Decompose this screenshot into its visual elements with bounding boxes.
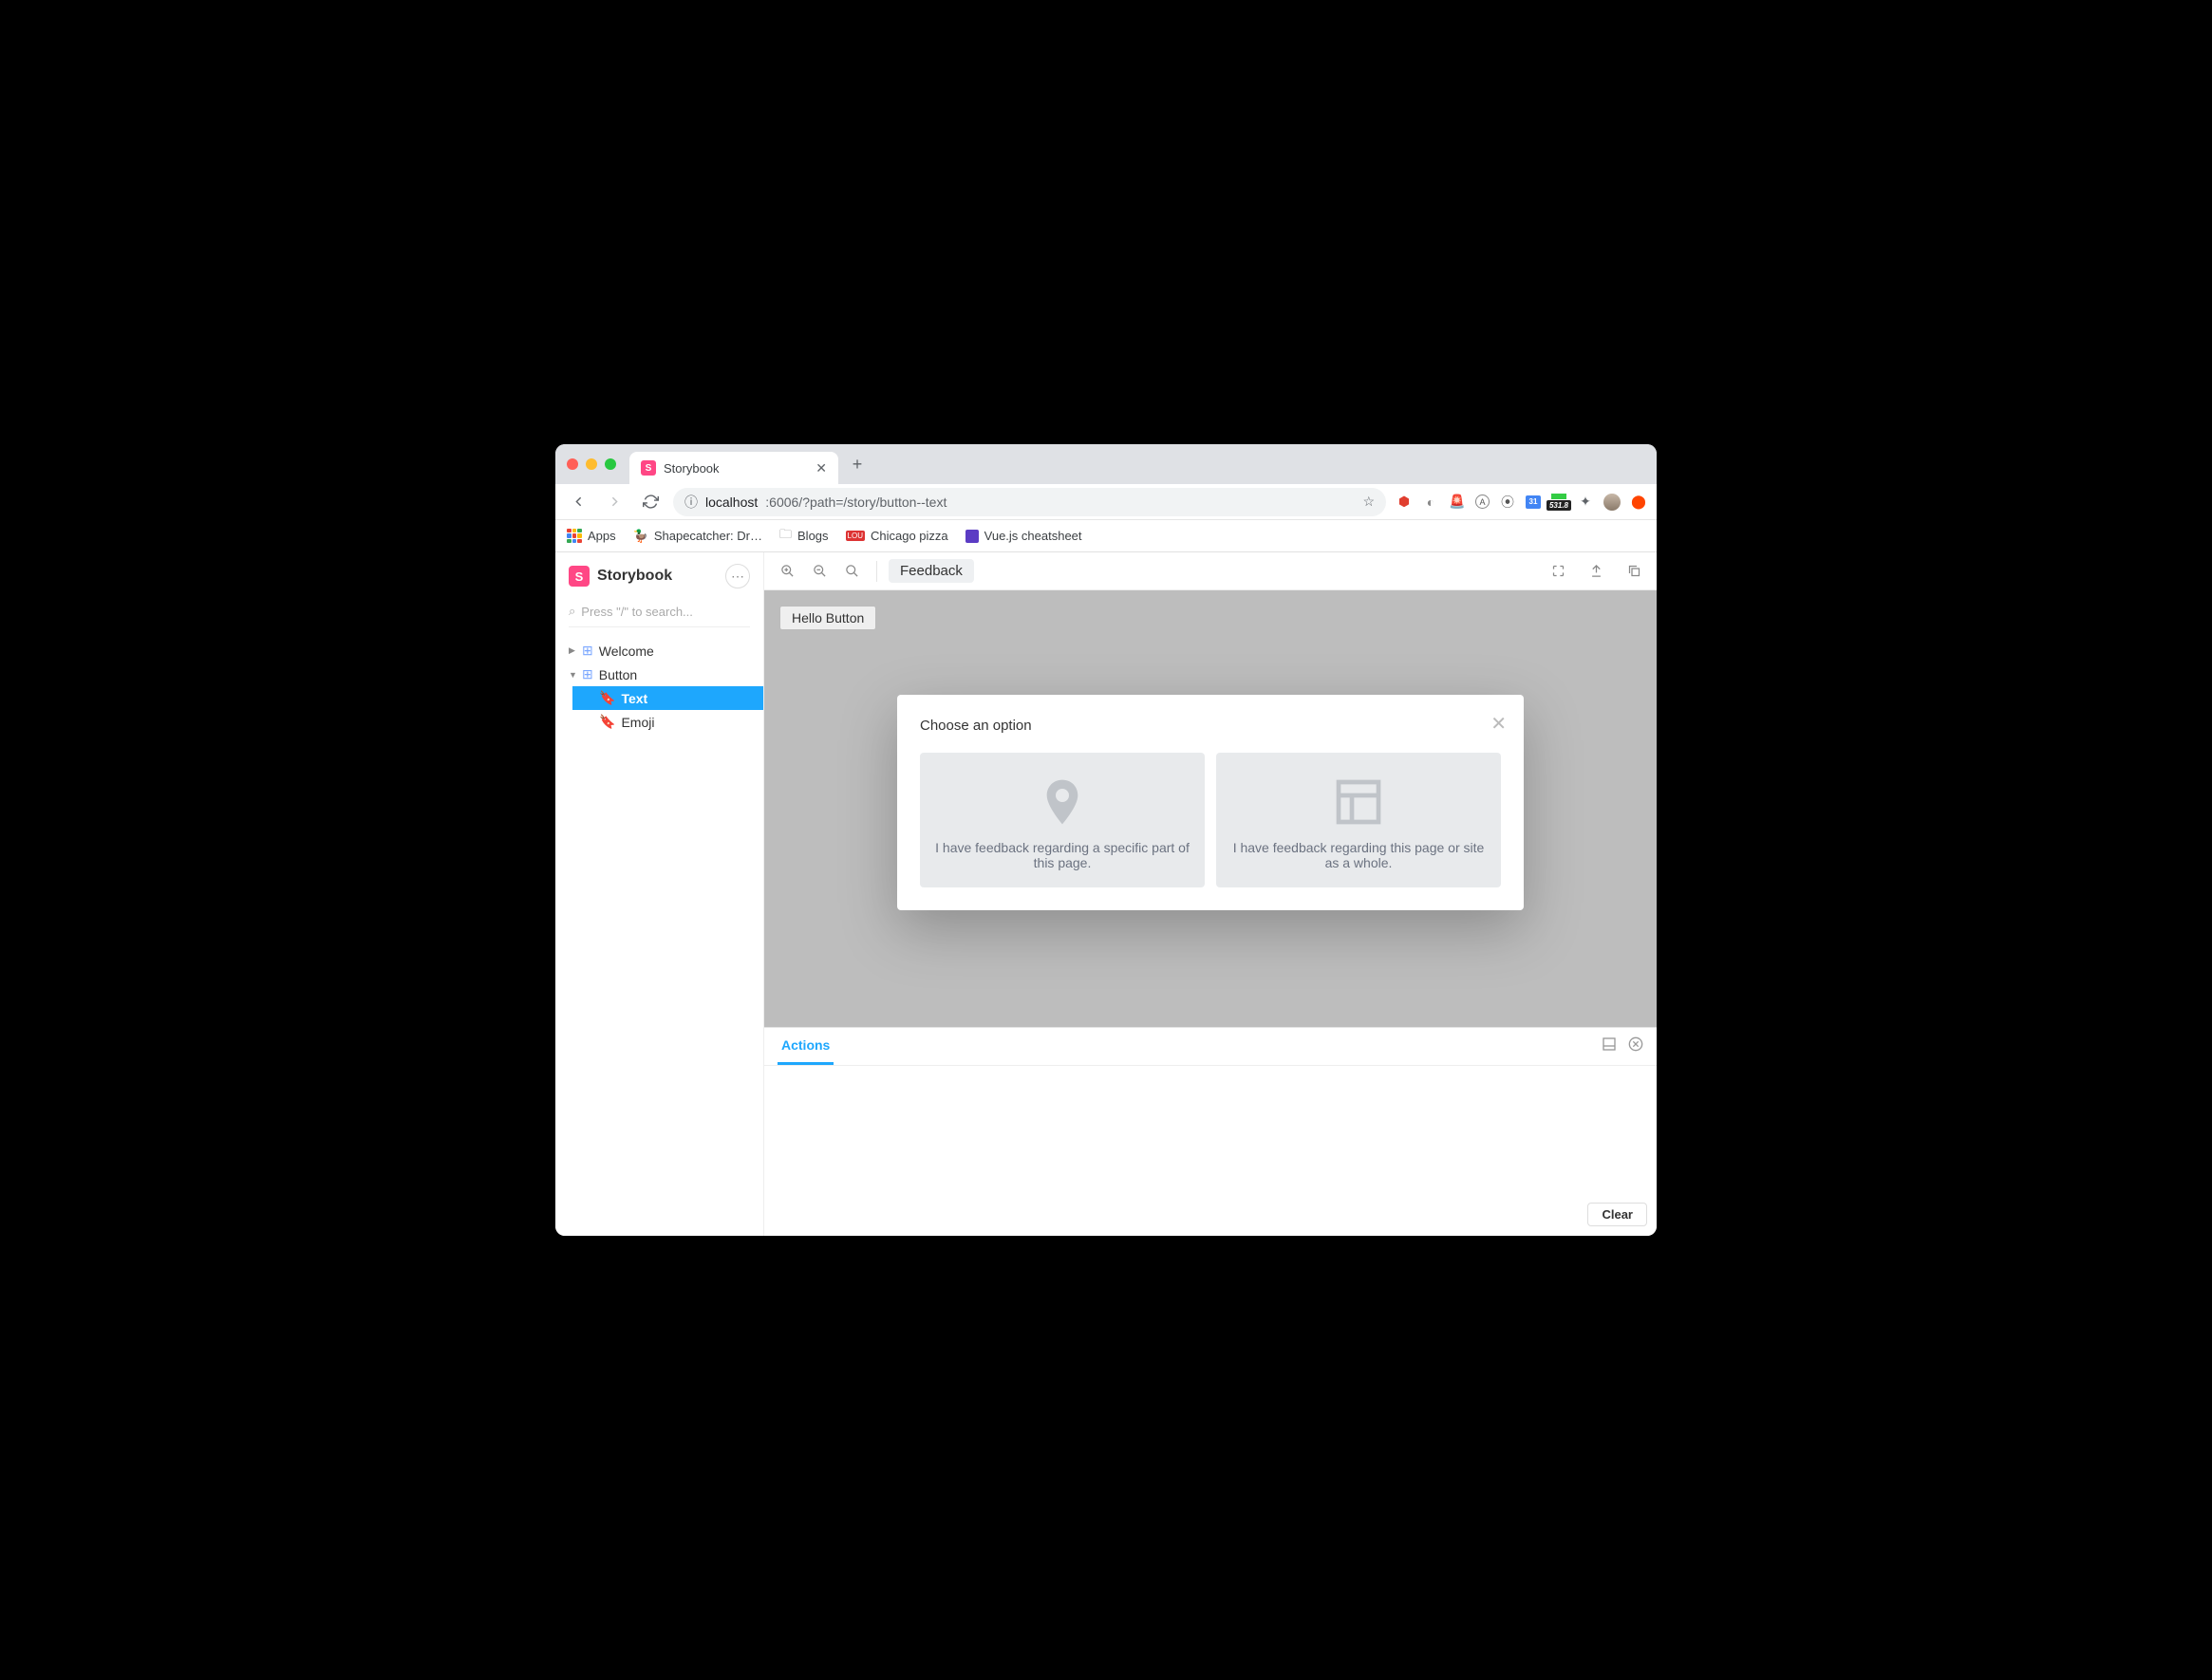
search-input[interactable]: ⌕ Press "/" to search...	[569, 604, 750, 627]
bookmarks-bar: Apps 🦆 Shapecatcher: Dr… 🗀 Blogs LOU Chicag…	[555, 520, 1657, 552]
copy-link-button[interactable]	[1621, 558, 1647, 585]
open-new-tab-button[interactable]	[1583, 558, 1609, 585]
layout-icon	[1328, 775, 1389, 829]
forward-button[interactable]	[601, 489, 628, 515]
tab-close-icon[interactable]: ✕	[815, 460, 827, 476]
ext-icon-7[interactable]: 531.8	[1550, 494, 1567, 511]
bookmark-label: Chicago pizza	[871, 529, 948, 543]
feedback-option-specific[interactable]: I have feedback regarding a specific par…	[920, 753, 1205, 887]
apps-grid-icon	[567, 529, 582, 544]
close-icon[interactable]: ✕	[1490, 712, 1507, 736]
browser-tab[interactable]: S Storybook ✕	[629, 452, 838, 484]
new-tab-button[interactable]: +	[844, 451, 871, 477]
search-icon: ⌕	[569, 604, 575, 619]
panel-position-icon[interactable]	[1602, 1036, 1617, 1056]
feedback-chip[interactable]: Feedback	[889, 559, 974, 583]
bookmark-star-icon[interactable]: ☆	[1362, 494, 1375, 510]
folder-icon: 🗀	[779, 526, 792, 547]
bookmark-icon	[965, 530, 979, 543]
ext-icon-4[interactable]: A	[1475, 495, 1490, 509]
ext-icon-5[interactable]: ⦿	[1499, 494, 1516, 511]
tree-item-emoji[interactable]: 🔖 Emoji	[572, 710, 763, 734]
bookmark-vue-cheatsheet[interactable]: Vue.js cheatsheet	[965, 529, 1082, 543]
maximize-window-icon[interactable]	[605, 458, 616, 470]
sidebar: S Storybook ⋯ ⌕ Press "/" to search... ▶…	[555, 552, 764, 1236]
bookmark-icon: 🦆	[633, 529, 648, 544]
ext-icon-3[interactable]: 🚨	[1449, 494, 1466, 511]
bookmark-label: Blogs	[797, 529, 829, 543]
url-path: :6006/?path=/story/button--text	[765, 495, 947, 510]
option-label: I have feedback regarding this page or s…	[1231, 840, 1486, 870]
extension-icons: ⬢ ◐ 🚨 A ⦿ 31 531.8 ✦ ⬤	[1396, 494, 1647, 511]
traffic-lights	[567, 458, 616, 470]
address-bar: ⓘ localhost :6006/?path=/story/button--te…	[555, 484, 1657, 520]
browser-window: S Storybook ✕ + ⓘ localhost :6006/?path=/…	[555, 444, 1657, 1236]
component-icon: ⊞	[582, 643, 593, 659]
panel-close-icon[interactable]	[1628, 1036, 1643, 1056]
component-icon: ⊞	[582, 666, 593, 682]
canvas: Hello Button Choose an option ✕ I have f…	[764, 590, 1657, 1027]
brand: S Storybook ⋯	[555, 564, 763, 598]
tab-actions[interactable]: Actions	[778, 1028, 834, 1065]
minimize-window-icon[interactable]	[586, 458, 597, 470]
tab-title: Storybook	[664, 461, 720, 476]
search-placeholder: Press "/" to search...	[581, 605, 693, 619]
bookmark-chicago-pizza[interactable]: LOU Chicago pizza	[846, 529, 948, 543]
zoom-in-button[interactable]	[774, 558, 800, 585]
main: Feedback Hello Button Choose an option ✕…	[764, 552, 1657, 1236]
tree-label: Text	[621, 691, 647, 706]
favicon-icon: S	[641, 460, 656, 476]
ext-icon-1[interactable]: ⬢	[1396, 494, 1413, 511]
profile-avatar[interactable]	[1603, 494, 1621, 511]
story-icon: 🔖	[599, 714, 615, 730]
tree-label: Welcome	[599, 644, 654, 659]
bookmark-label: Vue.js cheatsheet	[984, 529, 1082, 543]
feedback-option-whole[interactable]: I have feedback regarding this page or s…	[1216, 753, 1501, 887]
ext-icon-6[interactable]: 31	[1526, 495, 1541, 509]
reload-button[interactable]	[637, 489, 664, 515]
story-tree: ▶ ⊞ Welcome ▼ ⊞ Button 🔖 Text 🔖 Emoji	[555, 639, 763, 734]
modal-title: Choose an option	[920, 718, 1501, 734]
brand-title: Storybook	[597, 568, 672, 585]
tree-label: Button	[599, 667, 637, 682]
clear-button[interactable]: Clear	[1587, 1203, 1647, 1226]
extensions-icon[interactable]: ✦	[1577, 494, 1594, 511]
apps-label: Apps	[588, 529, 616, 543]
tree-item-text[interactable]: 🔖 Text	[572, 686, 763, 710]
close-window-icon[interactable]	[567, 458, 578, 470]
tree-item-welcome[interactable]: ▶ ⊞ Welcome	[555, 639, 763, 663]
bookmark-shapecatcher[interactable]: 🦆 Shapecatcher: Dr…	[633, 529, 762, 544]
addon-panel: Actions Clear	[764, 1027, 1657, 1236]
chevron-down-icon: ▼	[569, 670, 576, 680]
workspace: S Storybook ⋯ ⌕ Press "/" to search... ▶…	[555, 552, 1657, 1236]
storybook-logo-icon: S	[569, 566, 590, 587]
panel-body: Clear	[764, 1066, 1657, 1236]
hello-button[interactable]: Hello Button	[779, 606, 876, 630]
tab-strip: S Storybook ✕ +	[555, 444, 1657, 484]
info-icon: ⓘ	[684, 493, 698, 512]
pin-icon	[1032, 775, 1093, 829]
tree-label: Emoji	[621, 715, 654, 730]
back-button[interactable]	[565, 489, 591, 515]
fullscreen-button[interactable]	[1545, 558, 1571, 585]
bookmark-blogs[interactable]: 🗀 Blogs	[779, 526, 829, 547]
option-label: I have feedback regarding a specific par…	[935, 840, 1190, 870]
tree-item-button[interactable]: ▼ ⊞ Button	[555, 663, 763, 686]
url-host: localhost	[705, 495, 758, 510]
ext-icon-8[interactable]: ⬤	[1630, 494, 1647, 511]
zoom-reset-button[interactable]	[838, 558, 865, 585]
feedback-modal: Choose an option ✕ I have feedback regar…	[897, 695, 1524, 910]
sidebar-menu-button[interactable]: ⋯	[725, 564, 750, 588]
bookmark-icon: LOU	[846, 531, 865, 541]
toolbar: Feedback	[764, 552, 1657, 590]
panel-tabs: Actions	[764, 1028, 1657, 1066]
divider	[876, 561, 877, 582]
apps-shortcut[interactable]: Apps	[567, 529, 616, 544]
ext-icon-2[interactable]: ◐	[1422, 494, 1439, 511]
bookmark-label: Shapecatcher: Dr…	[654, 529, 762, 543]
chevron-right-icon: ▶	[569, 645, 576, 656]
url-field[interactable]: ⓘ localhost :6006/?path=/story/button--te…	[673, 488, 1386, 516]
zoom-out-button[interactable]	[806, 558, 833, 585]
story-icon: 🔖	[599, 690, 615, 706]
